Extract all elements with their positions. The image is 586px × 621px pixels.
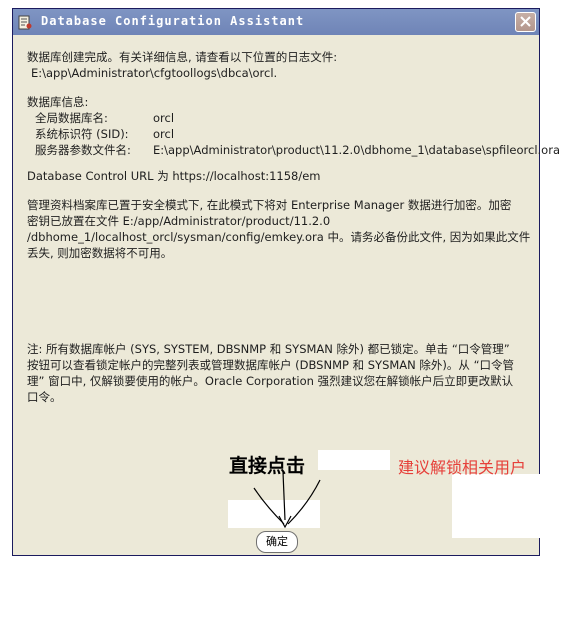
arrow-stroke xyxy=(253,487,285,525)
arrow-stroke xyxy=(282,471,286,521)
hand-drawn-arrows xyxy=(253,471,321,529)
ok-button[interactable]: 确定 xyxy=(256,531,298,553)
arrow-stroke xyxy=(287,479,321,525)
